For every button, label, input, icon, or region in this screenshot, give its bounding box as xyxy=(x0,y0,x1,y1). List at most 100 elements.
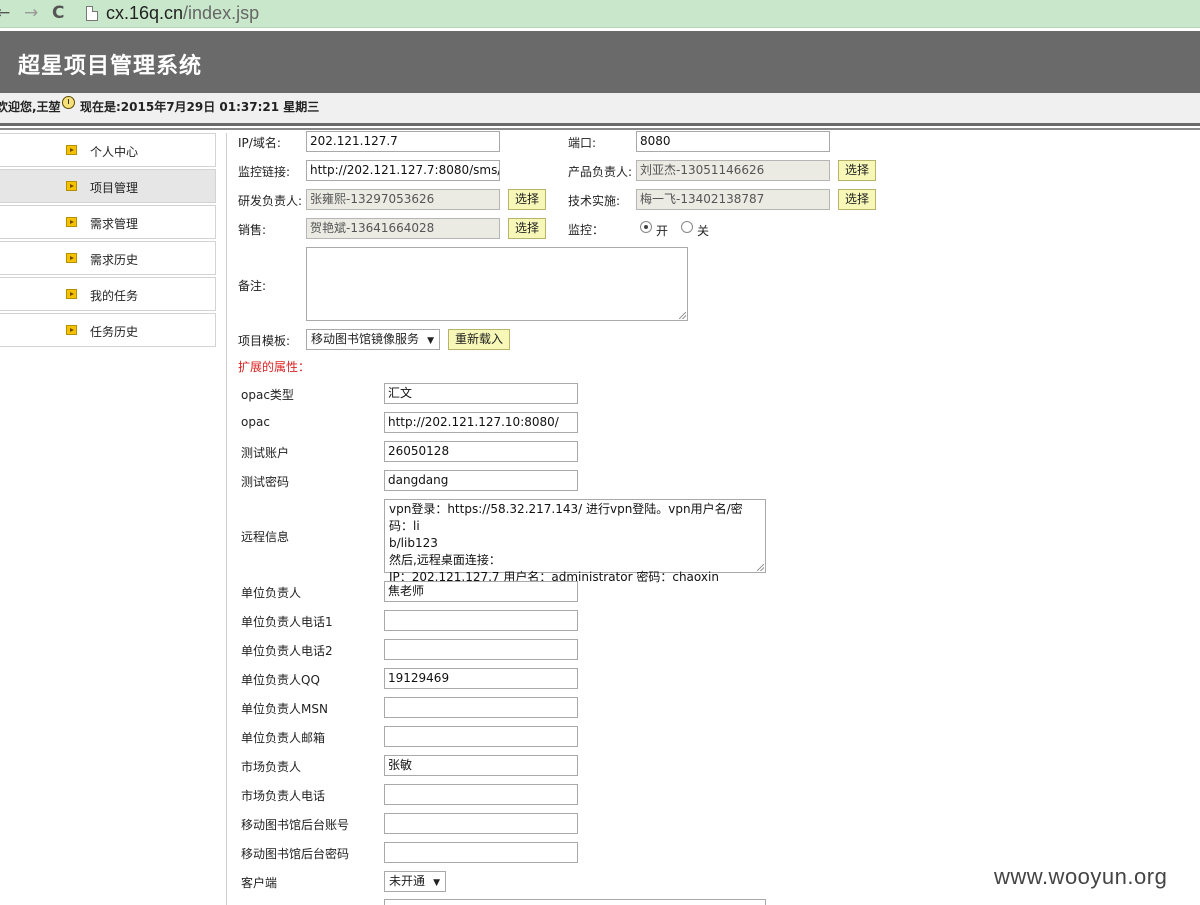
remark-textarea[interactable] xyxy=(306,247,688,321)
ext-field-input[interactable]: http://202.121.127.10:8080/ xyxy=(384,412,578,433)
product-owner-input: 刘亚杰-13051146626 xyxy=(636,160,830,181)
ext-field-input[interactable]: 26050128 xyxy=(384,441,578,462)
divider xyxy=(0,123,1200,126)
ext-field-label: opac类型 xyxy=(241,388,294,402)
remark-label: 备注: xyxy=(238,279,267,293)
dev-owner-select-button[interactable]: 选择 xyxy=(508,189,546,210)
template-selected-value: 移动图书馆镜像服务 xyxy=(311,332,420,346)
sidebar-item-label: 任务历史 xyxy=(90,325,139,339)
sidebar-item-requirement-history[interactable]: 需求历史 xyxy=(0,241,216,275)
back-arrow-icon[interactable]: ← xyxy=(0,3,10,23)
sales-label: 销售: xyxy=(238,223,267,237)
ext-field-input[interactable]: 张敏 xyxy=(384,755,578,776)
dev-owner-input: 张雍熙-13297053626 xyxy=(306,189,500,210)
content-divider xyxy=(226,133,227,905)
page-icon xyxy=(86,6,98,21)
client-selected-value: 未开通 xyxy=(389,874,426,888)
url-host: cx.16q.cn xyxy=(106,3,184,23)
remote-info-textarea[interactable]: vpn登录：https://58.32.217.143/ 进行vpn登陆。vpn… xyxy=(384,499,766,584)
info-bar: 欢迎您,王堃 现在是:2015年7月29日 01:37:21 星期三 xyxy=(0,93,1200,123)
port-label: 端口: xyxy=(568,136,597,150)
ext-field-input[interactable] xyxy=(384,842,578,863)
textarea-partial[interactable] xyxy=(384,899,766,905)
dev-owner-label: 研发负责人: xyxy=(238,194,303,208)
watermark: www.wooyun.org xyxy=(994,864,1168,889)
clock-icon xyxy=(62,96,75,109)
ext-field-input[interactable] xyxy=(384,784,578,805)
dropdown-caret-icon: ▼ xyxy=(427,336,434,346)
remote-info-line: 然后,远程桌面连接： xyxy=(389,553,501,567)
arrow-right-icon xyxy=(66,145,77,155)
ext-field-input[interactable] xyxy=(384,610,578,631)
resize-handle-icon[interactable] xyxy=(679,312,686,319)
sidebar-item-label: 我的任务 xyxy=(90,289,139,303)
divider xyxy=(0,128,1200,130)
sidebar: 个人中心 项目管理 需求管理 需求历史 我的任务 任务历史 xyxy=(0,133,216,349)
sidebar-item-project-management[interactable]: 项目管理 xyxy=(0,169,216,203)
ext-field-input[interactable]: 汇文 xyxy=(384,383,578,404)
ext-field-input[interactable]: 19129469 xyxy=(384,668,578,689)
extended-attributes-label: 扩展的属性： xyxy=(238,360,311,374)
ext-field-label: 测试账户 xyxy=(241,446,290,460)
ext-field-label: 单位负责人QQ xyxy=(241,673,320,687)
sidebar-item-label: 个人中心 xyxy=(90,145,139,159)
resize-handle-icon[interactable] xyxy=(757,564,764,571)
tech-impl-input: 梅一飞-13402138787 xyxy=(636,189,830,210)
sales-input: 贺艳斌-13641664028 xyxy=(306,218,500,239)
ext-field-label: 单位负责人电话1 xyxy=(241,615,333,629)
arrow-right-icon xyxy=(66,325,77,335)
url-path: /index.jsp xyxy=(183,3,260,23)
forward-arrow-icon[interactable]: → xyxy=(24,3,38,23)
sidebar-item-label: 需求历史 xyxy=(90,253,139,267)
monitor-off-radio[interactable] xyxy=(681,221,693,233)
monitor-link-label: 监控链接: xyxy=(238,165,291,179)
ext-field-input[interactable] xyxy=(384,697,578,718)
sidebar-item-label: 项目管理 xyxy=(90,181,139,195)
ext-field-input[interactable]: 焦老师 xyxy=(384,581,578,602)
ip-label: IP/域名: xyxy=(238,136,281,150)
client-select[interactable]: 未开通 ▼ xyxy=(384,871,446,892)
template-label: 项目模板: xyxy=(238,334,291,348)
reload-icon[interactable]: C xyxy=(52,3,64,23)
arrow-right-icon xyxy=(66,289,77,299)
app-header: 超星项目管理系统 xyxy=(0,31,1200,93)
product-owner-label: 产品负责人: xyxy=(568,165,633,179)
monitor-off-label: 关 xyxy=(697,224,710,238)
template-select[interactable]: 移动图书馆镜像服务 ▼ xyxy=(306,329,440,350)
monitor-link-input[interactable]: http://202.121.127.7:8080/sms/op xyxy=(306,160,500,181)
ext-field-label: 单位负责人电话2 xyxy=(241,644,333,658)
arrow-right-icon xyxy=(66,253,77,263)
remote-info-line: b/lib123 xyxy=(389,536,438,550)
ext-field-label: opac xyxy=(241,415,270,429)
ip-input[interactable]: 202.121.127.7 xyxy=(306,131,500,152)
sidebar-item-requirement-management[interactable]: 需求管理 xyxy=(0,205,216,239)
ext-field-label: 市场负责人 xyxy=(241,760,302,774)
ext-field-input[interactable] xyxy=(384,813,578,834)
tech-impl-select-button[interactable]: 选择 xyxy=(838,189,876,210)
dropdown-caret-icon: ▼ xyxy=(433,878,440,888)
product-owner-select-button[interactable]: 选择 xyxy=(838,160,876,181)
ext-field-label: 单位负责人 xyxy=(241,586,302,600)
ext-field-input[interactable] xyxy=(384,639,578,660)
welcome-text: 欢迎您,王堃 xyxy=(0,100,61,114)
sidebar-item-personal-center[interactable]: 个人中心 xyxy=(0,133,216,167)
sidebar-item-task-history[interactable]: 任务历史 xyxy=(0,313,216,347)
sidebar-item-my-tasks[interactable]: 我的任务 xyxy=(0,277,216,311)
port-input[interactable]: 8080 xyxy=(636,131,830,152)
ext-field-label: 单位负责人MSN xyxy=(241,702,328,716)
ext-field-label: 移动图书馆后台账号 xyxy=(241,818,350,832)
arrow-right-icon xyxy=(66,181,77,191)
remote-info-label: 远程信息 xyxy=(241,530,290,544)
ext-field-label: 移动图书馆后台密码 xyxy=(241,847,350,861)
client-label: 客户端 xyxy=(241,876,278,890)
app-title: 超星项目管理系统 xyxy=(18,54,203,79)
tech-impl-label: 技术实施: xyxy=(568,194,621,208)
ext-field-label: 单位负责人邮箱 xyxy=(241,731,326,745)
current-time: 现在是:2015年7月29日 01:37:21 星期三 xyxy=(80,100,320,114)
sales-select-button[interactable]: 选择 xyxy=(508,218,546,239)
ext-field-input[interactable]: dangdang xyxy=(384,470,578,491)
monitor-on-radio[interactable] xyxy=(640,221,652,233)
ext-field-input[interactable] xyxy=(384,726,578,747)
address-bar[interactable]: cx.16q.cn/index.jsp xyxy=(106,3,259,23)
reload-template-button[interactable]: 重新载入 xyxy=(448,329,510,350)
